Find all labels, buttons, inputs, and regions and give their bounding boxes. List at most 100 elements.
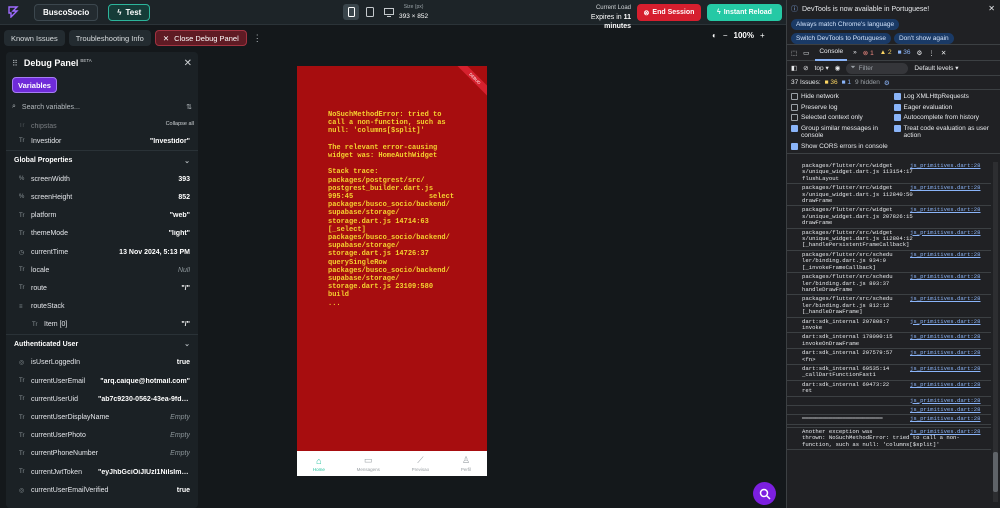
log-source-link[interactable]: js_primitives.dart:28 [910, 415, 988, 422]
nav-item[interactable]: ▭ Mensagens [357, 455, 380, 472]
global-properties-section[interactable]: Global Properties ⌄ [6, 150, 198, 170]
levels-select[interactable]: Default levels ▾ [914, 64, 958, 72]
variable-row[interactable]: Tr route "/" [6, 279, 198, 297]
console-option[interactable]: Hide network [791, 93, 894, 101]
zoom-out-icon[interactable]: − [723, 31, 728, 40]
log-source-link[interactable]: js_primitives.dart:28 [910, 350, 988, 363]
more-options-icon[interactable]: ⋮ [253, 33, 262, 44]
variable-row[interactable]: ◎ isUserLoggedIn true [6, 354, 198, 372]
log-source-link[interactable]: js_primitives.dart:28 [910, 334, 988, 347]
gear-icon[interactable]: ⚙ [917, 49, 923, 57]
nav-item[interactable]: ⌂ Home [313, 456, 325, 472]
close-icon[interactable]: ✕ [988, 4, 995, 13]
variable-row[interactable]: ≡ routeStack [6, 298, 198, 316]
more-tabs-icon[interactable]: » [853, 49, 857, 56]
console-option[interactable]: Treat code evaluation as user action [893, 124, 997, 140]
search-input[interactable]: Search variables... [22, 104, 80, 111]
log-source-link[interactable]: js_primitives.dart:28 [910, 184, 988, 204]
log-source-link[interactable]: js_primitives.dart:28 [910, 397, 988, 404]
variable-row[interactable]: Tr Item [0] "/" [6, 316, 198, 334]
log-source-link[interactable]: js_primitives.dart:28 [910, 251, 988, 271]
filter-input[interactable]: ⏷ Filter [846, 62, 909, 74]
end-session-button[interactable]: ⊗ End Session [637, 4, 701, 21]
drag-handle-icon[interactable]: ⠿ [12, 59, 18, 68]
nav-item[interactable]: ♙ Perfil [461, 455, 471, 472]
console-option[interactable]: Eager evaluation [893, 103, 997, 112]
checkbox[interactable] [791, 124, 798, 132]
flutterflow-logo-icon[interactable] [6, 5, 20, 19]
variable-search[interactable]: ⌕ Search variables... ⇅ [6, 100, 198, 114]
scrollbar-thumb[interactable] [993, 452, 998, 492]
variable-row[interactable]: Tr locale Null [6, 261, 198, 279]
gear-icon[interactable]: ⚙ [884, 79, 890, 87]
checkbox[interactable] [893, 114, 901, 121]
more-icon[interactable]: ⋮ [928, 49, 935, 57]
variable-row[interactable]: Tr Investidor "Investidor" [6, 132, 198, 150]
device-toggle-icon[interactable]: ▭ [803, 49, 809, 57]
authenticated-user-section[interactable]: Authenticated User ⌄ [6, 333, 198, 354]
close-panel-icon[interactable]: ✕ [184, 58, 192, 69]
tablet-device-icon[interactable] [362, 4, 378, 20]
log-source-link[interactable]: js_primitives.dart:28 [910, 365, 988, 379]
nav-item[interactable]: ⟋ Previsao [412, 455, 430, 472]
log-source-link[interactable]: js_primitives.dart:28 [910, 229, 988, 249]
checkbox[interactable] [893, 93, 901, 100]
tab-console[interactable]: Console [815, 45, 848, 61]
variable-row[interactable]: Tr platform "web" [6, 207, 198, 225]
desktop-device-icon[interactable] [381, 4, 397, 20]
checkbox[interactable] [893, 103, 901, 111]
checkbox[interactable] [791, 93, 798, 100]
log-source-link[interactable]: js_primitives.dart:28 [910, 318, 988, 332]
close-debug-panel-button[interactable]: ✕ Close Debug Panel [154, 30, 247, 46]
phone-device-icon[interactable] [343, 4, 359, 20]
issues-bar[interactable]: 37 Issues: ■ 36 ■ 1 9 hidden ⚙ [787, 76, 1000, 90]
clear-console-icon[interactable]: ⊘ [803, 64, 808, 72]
console-option[interactable]: Group similar messages in console [791, 124, 894, 140]
checkbox[interactable] [791, 103, 798, 111]
console-option[interactable]: Autocomplete from history [893, 114, 997, 122]
checkbox[interactable] [791, 114, 798, 121]
variable-row[interactable]: Tr currentJwtToken "eyJhbGciOiJIUzI1NiIsIm… [6, 463, 198, 481]
console-option[interactable]: Preserve log [791, 103, 894, 112]
log-source-link[interactable]: js_primitives.dart:28 [910, 406, 988, 413]
variable-row[interactable]: % screenWidth 393 [6, 170, 198, 188]
filter-icon[interactable]: ⇅ [186, 103, 192, 111]
variable-row[interactable]: ◎ currentUserEmailVerified true [6, 481, 198, 499]
log-source-link[interactable]: js_primitives.dart:28 [910, 381, 988, 395]
console-option[interactable]: Log XMLHttpRequests [893, 93, 997, 101]
variable-row[interactable]: Tr currentUserEmail "arq.caique@hotmail.co… [6, 372, 198, 390]
log-source-link[interactable]: js_primitives.dart:28 [910, 273, 988, 293]
zoom-in-icon[interactable]: + [760, 31, 765, 40]
known-issues-button[interactable]: Known Issues [4, 30, 65, 46]
inspect-icon[interactable]: ⬚ [791, 49, 797, 57]
console-scrollbar[interactable] [993, 162, 998, 502]
test-mode-button[interactable]: ϟ Test [108, 3, 151, 21]
log-source-link[interactable]: js_primitives.dart:28 [910, 207, 988, 226]
project-name[interactable]: BuscoSocio [34, 3, 99, 21]
match-language-button[interactable]: Always match Chrome's language [791, 19, 900, 30]
variable-row[interactable]: % screenHeight 852 [6, 188, 198, 206]
variable-row[interactable]: Tr currentUserDisplayName Empty [6, 408, 198, 426]
log-source-link[interactable]: js_primitives.dart:28 [910, 296, 988, 315]
variable-row[interactable]: Tr currentUserPhoto Empty [6, 427, 198, 445]
sidebar-toggle-icon[interactable]: ◧ [791, 64, 797, 72]
console-option[interactable]: Selected context only [791, 114, 894, 122]
checkbox[interactable] [791, 142, 798, 150]
close-icon[interactable]: ✕ [941, 49, 946, 57]
switch-language-button[interactable]: Switch DevTools to Portuguese [791, 33, 891, 44]
variable-row[interactable]: ◷ currentTime 13 Nov 2024, 5:13 PM [6, 243, 198, 261]
checkbox[interactable] [893, 124, 901, 132]
variable-row[interactable]: Tr currentUserUid "ab7c9230-0562-43ea-9fd7… [6, 390, 198, 408]
context-select[interactable]: top ▾ [815, 64, 829, 72]
variables-tab[interactable]: Variables [12, 77, 57, 93]
troubleshooting-button[interactable]: Troubleshooting Info [68, 30, 151, 46]
eye-icon[interactable]: ◉ [835, 64, 841, 72]
console-option[interactable]: Show CORS errors in console [791, 142, 894, 151]
variable-row[interactable]: Tr themeMode "light" [6, 225, 198, 243]
log-source-link[interactable]: js_primitives.dart:28 [910, 162, 988, 182]
instant-reload-button[interactable]: ϟ Instant Reload [707, 4, 782, 21]
log-source-link[interactable]: js_primitives.dart:28 [910, 428, 988, 448]
dont-show-button[interactable]: Don't show again [893, 33, 954, 44]
variable-row[interactable]: Tr chipstas [6, 120, 198, 132]
variable-row[interactable]: Tr currentPhoneNumber Empty [6, 445, 198, 463]
